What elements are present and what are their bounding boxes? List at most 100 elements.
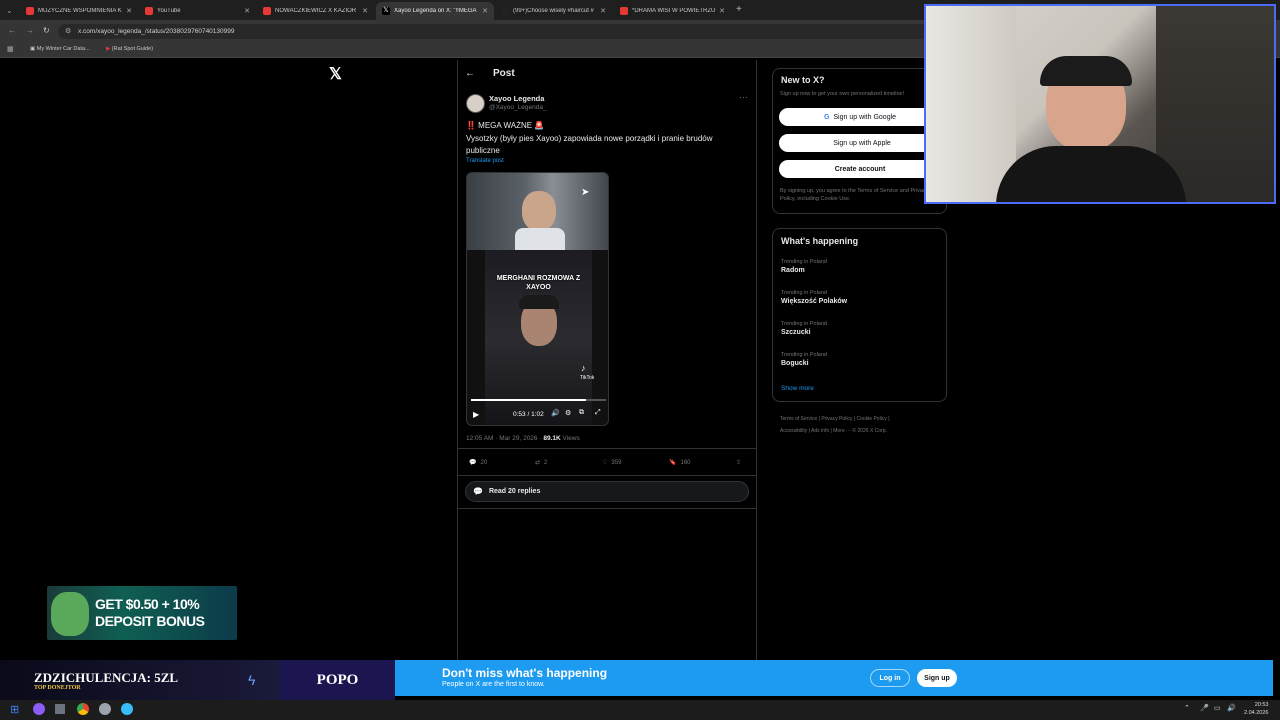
avatar[interactable] xyxy=(466,94,485,113)
youtube-favicon-icon xyxy=(145,7,153,15)
like-button[interactable]: ♡ 359 xyxy=(602,459,621,467)
tab-title: MUZYCZNE WSPOMNIENIA KO xyxy=(38,8,123,14)
heart-icon: ♡ xyxy=(602,460,608,466)
footer-link[interactable]: Privacy Policy xyxy=(821,416,852,422)
app-icon[interactable] xyxy=(99,703,111,715)
close-tab-icon[interactable]: ✕ xyxy=(719,7,725,15)
x-favicon-icon: 𝕏 xyxy=(382,7,390,15)
author-handle[interactable]: @Xayoo_Legenda_ xyxy=(489,104,547,111)
body-shape xyxy=(996,146,1186,202)
repost-button[interactable]: ⇄ 2 xyxy=(535,459,547,467)
more-options-icon[interactable]: ··· xyxy=(739,92,748,102)
close-tab-icon[interactable]: ✕ xyxy=(244,7,250,15)
bookmark-item[interactable]: ▶ (Rat Spot Guide) xyxy=(106,46,153,52)
share-button[interactable]: ⇪ xyxy=(736,459,741,466)
forward-icon[interactable]: → xyxy=(26,26,34,35)
tab-search-icon[interactable]: ⌄ xyxy=(6,6,13,15)
signup-legal: By signing up, you agree to the Terms of… xyxy=(780,188,929,202)
author-name[interactable]: Xayoo Legenda xyxy=(489,94,544,103)
close-tab-icon[interactable]: ✕ xyxy=(482,7,488,15)
footer-link[interactable]: Cookie Policy xyxy=(857,416,887,422)
settings-icon[interactable]: ⚙ xyxy=(565,409,571,417)
browser-tab[interactable]: *DRAMA WISI W POWIETRZU* ✕ xyxy=(614,2,731,20)
create-account-button[interactable]: Create account xyxy=(779,160,941,178)
telegram-icon[interactable] xyxy=(121,703,133,715)
shirt-shape xyxy=(515,228,565,250)
footer-link[interactable]: Terms of Service xyxy=(780,416,817,422)
tab-title: (99+)Choose wisely #haircut # xyxy=(513,8,594,14)
lightning-icon: ϟ xyxy=(248,672,256,688)
apple-signup-button[interactable]: Sign up with Apple xyxy=(779,134,941,152)
donor-label: ZDZICHULENCJA: 5ZL xyxy=(34,670,179,685)
browser-tab[interactable]: MUZYCZNE WSPOMNIENIA KO ✕ xyxy=(20,2,138,20)
url-text: x.com/xayoo_legenda_/status/203802976074… xyxy=(78,28,235,35)
post-meta: 12:05 AM · Mar 29, 2026 · 89.1K Views xyxy=(466,435,580,442)
face-shape xyxy=(522,191,556,231)
trends-title: What's happening xyxy=(781,236,859,246)
picture-in-picture-icon[interactable]: ⧉ xyxy=(579,409,584,417)
footer-link[interactable]: Ads info xyxy=(811,428,829,434)
app-icon[interactable] xyxy=(55,704,65,714)
microphone-icon[interactable]: 🎤 xyxy=(1200,704,1209,712)
x-logo-icon[interactable]: 𝕏 xyxy=(329,64,342,84)
column-divider xyxy=(756,60,757,660)
apps-grid-icon[interactable]: ▦ xyxy=(7,45,14,53)
translate-link[interactable]: Translate post xyxy=(466,158,504,164)
trend-category: Trending in Poland xyxy=(781,352,827,358)
footer-link[interactable]: Accessibility xyxy=(780,428,807,434)
url-field[interactable]: ⚙ x.com/xayoo_legenda_/status/2038029760… xyxy=(58,24,928,39)
video-player[interactable]: MERGHANI ROZMOWA Z XAYOO ♪ TikTok ▶ 0:53… xyxy=(466,172,609,426)
signup-button[interactable]: Sign up xyxy=(917,669,957,687)
reply-button[interactable]: 💬 20 xyxy=(469,459,487,467)
new-tab-icon[interactable]: + xyxy=(736,4,742,15)
play-icon[interactable]: ▶ xyxy=(473,410,479,419)
signup-banner: Don't miss what's happening People on X … xyxy=(395,660,1273,696)
bookmark-button[interactable]: 🔖 160 xyxy=(669,459,691,467)
close-tab-icon[interactable]: ✕ xyxy=(126,7,132,15)
site-info-icon[interactable]: ⚙ xyxy=(65,27,71,35)
trend-category: Trending in Poland xyxy=(781,290,827,296)
fullscreen-icon[interactable]: ⤢ xyxy=(595,409,601,417)
ad-line-2: DEPOSIT BONUS xyxy=(95,613,205,629)
app-icon[interactable] xyxy=(33,703,45,715)
close-tab-icon[interactable]: ✕ xyxy=(600,7,606,15)
youtube-favicon-icon xyxy=(26,7,34,15)
volume-icon[interactable]: 🔊 xyxy=(1227,704,1236,712)
apple-signup-label: Sign up with Apple xyxy=(833,139,891,147)
reload-icon[interactable]: ↻ xyxy=(43,26,50,35)
video-progress-track[interactable] xyxy=(471,399,606,401)
trend-name: Radom xyxy=(781,267,805,274)
login-button[interactable]: Log in xyxy=(870,669,910,687)
back-icon[interactable]: ← xyxy=(8,26,16,35)
google-signup-button[interactable]: G Sign up with Google xyxy=(779,108,941,126)
bookmark-item[interactable]: ▣ My Winter Car Data... xyxy=(30,46,90,52)
share-icon: ⇪ xyxy=(736,460,742,466)
tray-chevron-icon[interactable]: ⌃ xyxy=(1184,704,1190,712)
trend-item[interactable]: Trending in Poland Większość Polaków xyxy=(781,290,847,305)
read-replies-button[interactable]: 💬 Read 20 replies xyxy=(465,481,749,502)
reply-icon: 💬 xyxy=(469,460,477,466)
trend-category: Trending in Poland xyxy=(781,259,827,265)
ad-line-1: GET $0.50 + 10% xyxy=(95,596,200,612)
show-more-link[interactable]: Show more xyxy=(781,385,814,392)
bookmark-label: (Rat Spot Guide) xyxy=(111,46,154,52)
network-icon[interactable]: ▭ xyxy=(1214,704,1221,712)
bookmark-count: 160 xyxy=(680,459,691,466)
ad-banner[interactable]: GET $0.50 + 10% DEPOSIT BONUS xyxy=(47,586,237,640)
youtube-icon: ▶ xyxy=(106,46,111,52)
close-tab-icon[interactable]: ✕ xyxy=(362,7,368,15)
footer-link[interactable]: More ··· xyxy=(833,428,851,434)
browser-tab[interactable]: (99+)Choose wisely #haircut # ✕ xyxy=(495,2,612,20)
windows-start-icon[interactable]: ⊞ xyxy=(10,703,19,716)
trend-item[interactable]: Trending in Poland Szczucki xyxy=(781,321,827,336)
volume-icon[interactable]: 🔊 xyxy=(551,409,560,417)
chrome-icon[interactable] xyxy=(77,703,89,715)
back-arrow-icon[interactable]: ← xyxy=(465,68,475,79)
browser-tab-active[interactable]: 𝕏 Xayoo Legenda on X: "!!MEGA ✕ xyxy=(376,2,494,20)
taskbar: ⊞ ⌃ 🎤 ▭ 🔊 20:53 2.04.2026 xyxy=(0,700,1280,720)
browser-tab[interactable]: NOWACZKIEWICZ X KAZIOR - ✕ xyxy=(257,2,374,20)
trend-item[interactable]: Trending in Poland Bogucki xyxy=(781,352,827,367)
trend-item[interactable]: Trending in Poland Radom xyxy=(781,259,827,274)
clock[interactable]: 20:53 2.04.2026 xyxy=(1244,701,1268,717)
browser-tab[interactable]: YouTube ✕ xyxy=(139,2,256,20)
